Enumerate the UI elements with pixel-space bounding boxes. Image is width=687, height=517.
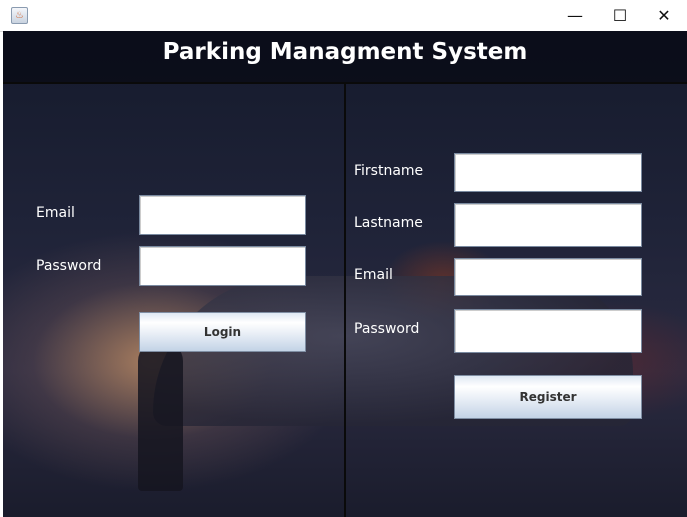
register-email-input[interactable] — [454, 258, 642, 296]
login-password-input[interactable] — [139, 246, 306, 286]
java-icon: ♨ — [11, 7, 28, 24]
panel-divider — [344, 84, 346, 517]
close-button[interactable]: ✕ — [641, 0, 687, 31]
main-panel: Parking Managment System Email Password … — [3, 31, 687, 517]
lastname-input[interactable] — [454, 203, 642, 247]
title-bar: ♨ — ☐ ✕ — [0, 0, 687, 32]
maximize-button[interactable]: ☐ — [597, 0, 643, 31]
login-button[interactable]: Login — [139, 312, 306, 352]
page-title: Parking Managment System — [162, 39, 528, 65]
register-email-label: Email — [354, 267, 393, 283]
login-email-label: Email — [36, 205, 75, 221]
header: Parking Managment System — [3, 31, 687, 84]
login-email-input[interactable] — [139, 195, 306, 235]
minimize-button[interactable]: — — [552, 0, 598, 31]
firstname-input[interactable] — [454, 153, 642, 192]
register-button[interactable]: Register — [454, 375, 642, 419]
register-password-label: Password — [354, 321, 420, 337]
person-silhouette-image — [138, 341, 183, 491]
login-password-label: Password — [36, 258, 102, 274]
lastname-label: Lastname — [354, 215, 423, 231]
firstname-label: Firstname — [354, 163, 424, 179]
register-password-input[interactable] — [454, 309, 642, 353]
